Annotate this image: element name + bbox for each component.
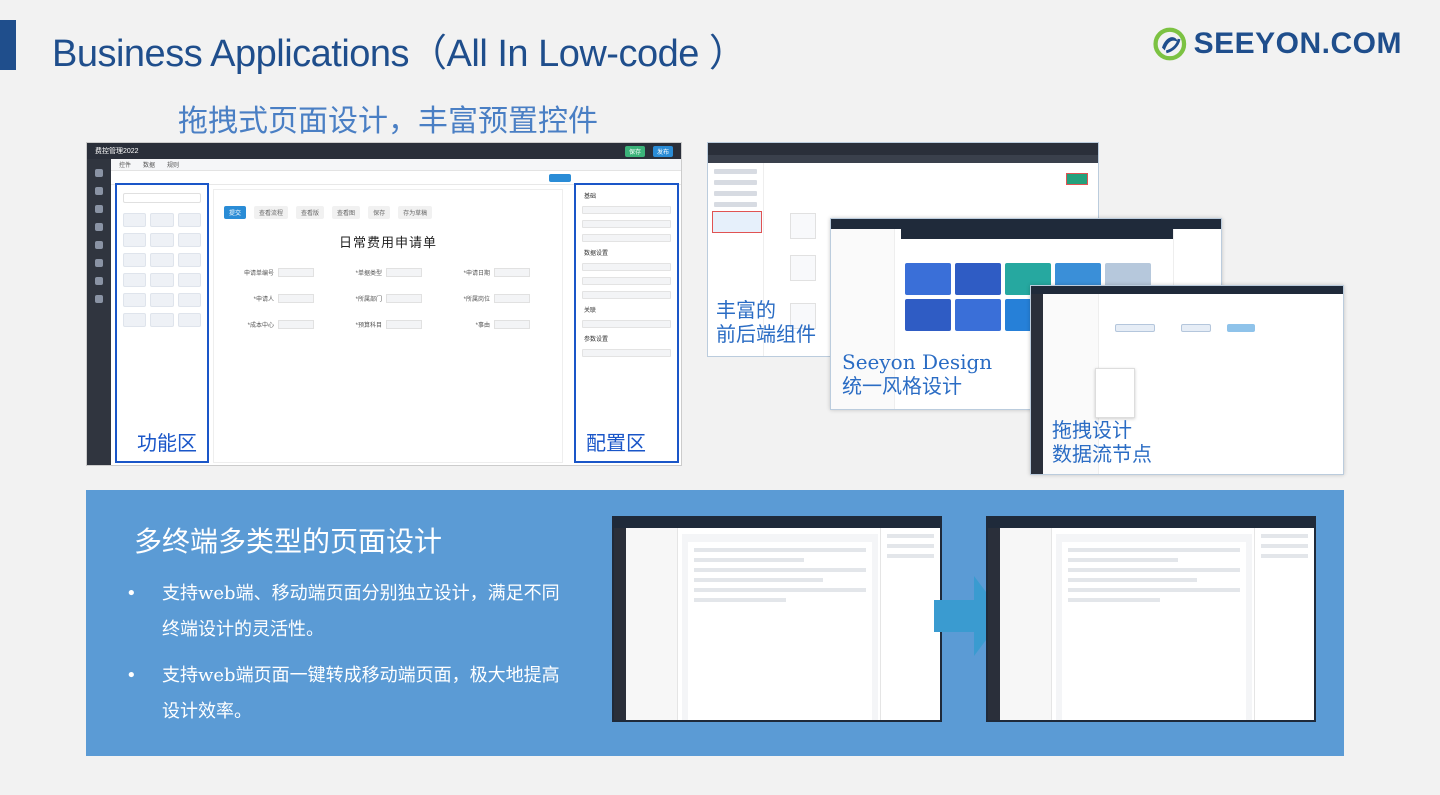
design-label: Seeyon Design 统一风格设计 [842,350,992,398]
mobile-page-designer-screenshot [986,516,1316,722]
context-menu[interactable] [1095,368,1135,418]
component-card[interactable] [790,255,816,281]
platform-topbar [708,143,1098,155]
component-card[interactable] [790,213,816,239]
logo-text: SEEYON.COM [1193,27,1402,60]
tile[interactable] [955,263,1001,295]
field-input[interactable] [278,320,314,329]
designer-control-panel [1000,528,1052,720]
field-label: *申请人 [253,297,274,303]
multi-terminal-panel: 多终端多类型的页面设计 • 支持web端、移动端页面分别独立设计，满足不同终端设… [86,490,1344,756]
config-section-head: 关联 [584,308,597,314]
designer-canvas [682,534,878,720]
field-input[interactable] [386,294,422,303]
tile[interactable] [955,299,1001,331]
field-label: *事由 [475,323,490,329]
field-input[interactable] [278,268,314,277]
highlighted-nav-items [712,211,762,233]
config-section-head: 参数设置 [584,337,609,343]
form-tab[interactable]: 提交 [224,206,247,219]
form-row: *成本中心 *预算科目 *事由 [234,320,542,330]
list-item-text: 支持web端、移动端页面分别独立设计，满足不同终端设计的灵活性。 [162,583,560,640]
field-input[interactable] [386,320,422,329]
logo: SEEYON.COM [1152,18,1402,70]
field-label: *申请日期 [463,271,490,277]
components-label-text: 丰富的 前后端组件 [716,298,816,346]
designer-control-panel [626,528,678,720]
tile[interactable] [905,263,951,295]
tab-controls[interactable]: 控件 [119,160,131,169]
form-designer-screenshot: 费控管理2022 保存 发布 控件 数据 规则 提交 查看流程 查看版 查看图 … [86,142,682,466]
web-page-designer-screenshot [612,516,942,722]
seeyon-logo-icon [1153,27,1187,61]
list-item-text: 支持web端页面一键转成移动端页面，极大地提高设计效率。 [162,665,560,722]
config-zone: 基础 数据设置 关联 参数设置 [574,183,679,463]
field-input[interactable] [494,268,530,277]
feature-list: • 支持web端、移动端页面分别独立设计，满足不同终端设计的灵活性。 • 支持w… [126,576,566,740]
designer-property-panel [1254,528,1314,720]
function-zone [115,183,209,463]
title-accent-bar [0,20,16,70]
panel-title: 多终端多类型的页面设计 [134,525,443,558]
field-label: 申请单编号 [243,271,274,277]
form-tab[interactable]: 查看流程 [254,206,289,219]
config-section-head: 数据设置 [584,251,609,257]
form-row: 申请单编号 *单据类型 *申请日期 [234,268,542,278]
designer-property-panel [880,528,940,720]
form-tab[interactable]: 查看图 [332,206,361,219]
control-search-input[interactable] [123,193,201,203]
designer-canvas [1056,534,1252,720]
field-label: *预算科目 [355,323,382,329]
field-input[interactable] [386,268,422,277]
config-section-head: 基础 [584,194,597,200]
page-title: Business Applications（All In Low-code ） [52,33,747,75]
bullet-icon: • [126,665,137,686]
flow-node[interactable] [1181,324,1211,332]
config-zone-label: 配置区 [586,433,646,455]
tile[interactable] [905,299,951,331]
form-canvas: 提交 查看流程 查看版 查看图 保存 存为草稿 日常费用申请单 申请单编号 *单… [213,189,563,463]
list-item: • 支持web端、移动端页面分别独立设计，满足不同终端设计的灵活性。 [126,576,566,648]
flow-node[interactable] [1227,324,1255,332]
designer-app-name: 费控管理2022 [95,148,139,155]
field-label: *所属部门 [355,297,382,303]
section-subtitle: 拖拽式页面设计，丰富预置控件 [178,104,598,139]
designer-topbar: 费控管理2022 保存 发布 [87,143,681,159]
form-row: *申请人 *所属部门 *所属岗位 [234,294,542,304]
design-label-text: Seeyon Design 统一风格设计 [842,350,993,398]
form-action-tabs: 提交 查看流程 查看版 查看图 保存 存为草稿 [224,206,433,219]
list-item: • 支持web端页面一键转成移动端页面，极大地提高设计效率。 [126,658,566,730]
components-label: 丰富的 前后端组件 [716,298,816,346]
flow-node[interactable] [1115,324,1155,332]
tab-rules[interactable]: 规则 [167,160,179,169]
add-button[interactable] [1066,173,1088,185]
designer-sidebar [87,159,111,465]
field-label: *成本中心 [247,323,274,329]
form-tab[interactable]: 存为草稿 [398,206,433,219]
form-tab[interactable]: 查看版 [296,206,325,219]
tab-data[interactable]: 数据 [143,160,155,169]
designer-publish-button[interactable]: 发布 [652,145,673,157]
flow-label-text: 拖拽设计 数据流节点 [1052,418,1152,466]
designer-tabs: 控件 数据 规则 [111,159,681,171]
field-input[interactable] [494,294,530,303]
bullet-icon: • [126,583,137,604]
field-label: *所属岗位 [463,297,490,303]
form-title: 日常费用申请单 [338,235,437,250]
flow-label: 拖拽设计 数据流节点 [1052,418,1152,466]
designer-save-button[interactable]: 保存 [624,145,645,157]
form-tab[interactable]: 保存 [368,206,391,219]
field-label: *单据类型 [355,271,382,277]
field-input[interactable] [278,294,314,303]
function-zone-label: 功能区 [137,433,197,455]
field-input[interactable] [494,320,530,329]
